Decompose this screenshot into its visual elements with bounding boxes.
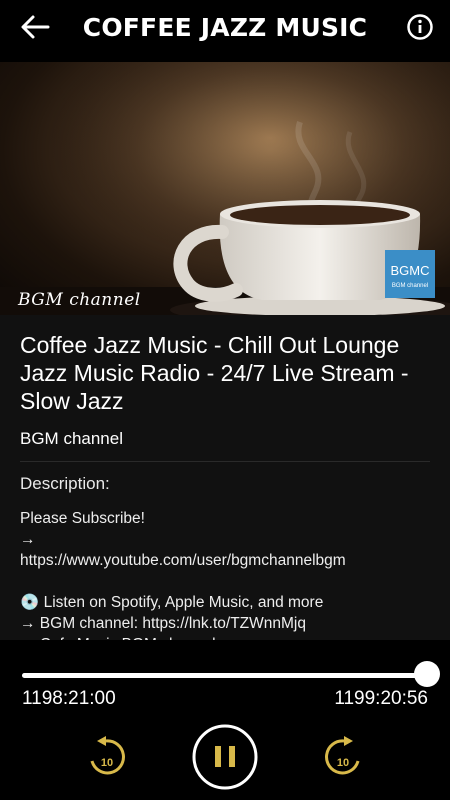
channel-name[interactable]: BGM channel — [20, 429, 430, 462]
elapsed-time: 1198:21:00 — [22, 688, 116, 709]
info-circle-icon[interactable] — [406, 13, 434, 41]
audio-player: 1198:21:00 1199:20:56 10 10 — [0, 640, 450, 800]
page-title: COFFEE JAZZ MUSIC — [82, 13, 368, 42]
coffee-cup-image — [0, 62, 450, 315]
description-text[interactable]: Please Subscribe! → https://www.youtube.… — [20, 508, 430, 640]
forward-seconds: 10 — [337, 757, 349, 769]
rewind-seconds: 10 — [101, 757, 113, 769]
seek-handle[interactable] — [413, 661, 440, 687]
seek-bar-fill — [22, 673, 427, 678]
pause-button[interactable] — [191, 723, 259, 791]
arrow-left-icon[interactable] — [18, 12, 52, 42]
app-bar: COFFEE JAZZ MUSIC — [0, 0, 450, 56]
video-title: Coffee Jazz Music - Chill Out Lounge Jaz… — [20, 332, 409, 414]
logo-text: BGMC — [391, 263, 430, 278]
pause-icon — [215, 746, 221, 767]
channel-logo: BGMC BGM channel — [385, 250, 435, 298]
forward-10-button[interactable]: 10 — [324, 735, 364, 779]
total-time: 1199:20:56 — [334, 688, 428, 709]
watermark: BGM channel — [18, 290, 141, 310]
rewind-10-button[interactable]: 10 — [86, 735, 126, 779]
logo-sub: BGM channel — [392, 283, 428, 289]
video-thumbnail[interactable]: BGM channel BGMC BGM channel — [0, 62, 450, 315]
seek-bar[interactable] — [22, 673, 427, 678]
video-details[interactable]: Coffee Jazz Music - Chill Out Lounge Jaz… — [0, 315, 450, 640]
description-heading: Description: — [20, 474, 110, 493]
